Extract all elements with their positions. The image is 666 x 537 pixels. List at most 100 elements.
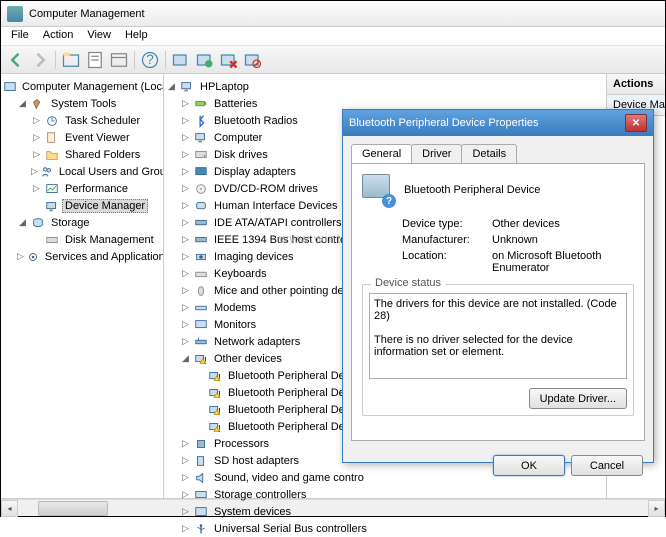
expand-icon[interactable]: ▷	[31, 115, 42, 126]
expand-icon[interactable]: ▷	[180, 455, 191, 466]
tree-batteries[interactable]: Batteries	[211, 97, 260, 111]
cancel-button[interactable]: Cancel	[571, 455, 643, 476]
tree-mice[interactable]: Mice and other pointing devic	[211, 284, 360, 298]
storage-icon	[30, 216, 46, 230]
pc-icon	[179, 80, 195, 94]
tree-event-viewer[interactable]: Event Viewer	[62, 131, 133, 145]
menu-action[interactable]: Action	[43, 29, 74, 43]
tree-shared-folders[interactable]: Shared Folders	[62, 148, 143, 162]
collapse-icon[interactable]: ◢	[17, 217, 28, 228]
tree-network[interactable]: Network adapters	[211, 335, 303, 349]
kb-icon	[193, 267, 209, 281]
expand-icon[interactable]: ▷	[180, 319, 191, 330]
expand-icon[interactable]: ▷	[180, 183, 191, 194]
ide-icon	[193, 216, 209, 230]
update-button[interactable]	[194, 49, 216, 71]
tree-other[interactable]: Other devices	[211, 352, 285, 366]
expand-icon[interactable]: ▷	[180, 98, 191, 109]
update-driver-button[interactable]: Update Driver...	[529, 388, 627, 409]
tree-bt_periph[interactable]: Bluetooth Peripheral Devic	[225, 403, 361, 417]
tree-services-apps[interactable]: Services and Applications	[42, 250, 164, 264]
tree-bt_periph[interactable]: Bluetooth Peripheral Devic	[225, 386, 361, 400]
tree-bt_periph[interactable]: Bluetooth Peripheral Devic	[225, 420, 361, 434]
view-button[interactable]	[108, 49, 130, 71]
tree-performance[interactable]: Performance	[62, 182, 131, 196]
uninstall-button[interactable]	[218, 49, 240, 71]
expand-icon[interactable]: ▷	[31, 183, 42, 194]
tree-bt_periph[interactable]: Bluetooth Peripheral Devic	[225, 369, 361, 383]
tree-display_adapters[interactable]: Display adapters	[211, 165, 299, 179]
expand-icon[interactable]: ▷	[180, 217, 191, 228]
menu-view[interactable]: View	[87, 29, 111, 43]
stor-icon	[193, 488, 209, 502]
tree-sd_host[interactable]: SD host adapters	[211, 454, 302, 468]
services-icon	[26, 250, 40, 264]
expand-icon[interactable]: ▷	[180, 489, 191, 500]
tree-root[interactable]: HPLaptop	[197, 80, 252, 94]
expand-icon[interactable]: ▷	[180, 234, 191, 245]
tree-hid[interactable]: Human Interface Devices	[211, 199, 341, 213]
expand-icon[interactable]: ▷	[180, 472, 191, 483]
tree-root[interactable]: Computer Management (Local	[19, 80, 164, 94]
expand-icon[interactable]: ▷	[180, 336, 191, 347]
tree-imaging[interactable]: Imaging devices	[211, 250, 297, 264]
properties-button[interactable]	[84, 49, 106, 71]
tree-processors[interactable]: Processors	[211, 437, 272, 451]
expand-icon[interactable]: ▷	[31, 149, 42, 160]
tree-device-manager[interactable]: Device Manager	[62, 199, 148, 213]
menu-help[interactable]: Help	[125, 29, 148, 43]
menu-file[interactable]: File	[11, 29, 29, 43]
expand-icon[interactable]: ▷	[180, 438, 191, 449]
expand-icon[interactable]: ▷	[180, 285, 191, 296]
dialog-titlebar[interactable]: Bluetooth Peripheral Device Properties ✕	[343, 110, 653, 136]
expand-icon[interactable]: ▷	[180, 132, 191, 143]
tree-storage[interactable]: Storage	[48, 216, 93, 230]
collapse-icon[interactable]: ◢	[17, 98, 28, 109]
expand-icon[interactable]: ▷	[180, 251, 191, 262]
forward-button[interactable]	[29, 49, 51, 71]
expand-icon[interactable]: ▷	[180, 115, 191, 126]
tree-system-tools[interactable]: System Tools	[48, 97, 119, 111]
close-button[interactable]: ✕	[625, 114, 647, 132]
tree-task-scheduler[interactable]: Task Scheduler	[62, 114, 143, 128]
disable-button[interactable]	[242, 49, 264, 71]
back-button[interactable]	[5, 49, 27, 71]
tree-disk-management[interactable]: Disk Management	[62, 233, 157, 247]
up-button[interactable]	[60, 49, 82, 71]
dialog-tabs: General Driver Details	[351, 144, 645, 163]
tree-keyboards[interactable]: Keyboards	[211, 267, 270, 281]
collapse-icon[interactable]: ◢	[180, 353, 191, 364]
tree-storage_ctrl[interactable]: Storage controllers	[211, 488, 309, 502]
expand-icon[interactable]: ▷	[31, 132, 42, 143]
tab-general[interactable]: General	[351, 144, 412, 163]
sd-icon	[193, 454, 209, 468]
scan-button[interactable]	[170, 49, 192, 71]
expand-icon[interactable]: ▷	[17, 251, 24, 262]
expand-icon[interactable]: ▷	[180, 302, 191, 313]
expand-icon[interactable]: ▷	[180, 523, 191, 534]
label-device-type: Device type:	[402, 218, 492, 230]
tree-computer[interactable]: Computer	[211, 131, 265, 145]
expand-icon[interactable]: ▷	[180, 268, 191, 279]
tree-bluetooth_radios[interactable]: Bluetooth Radios	[211, 114, 301, 128]
tree-ide[interactable]: IDE ATA/ATAPI controllers	[211, 216, 345, 230]
ok-button[interactable]: OK	[493, 455, 565, 476]
expand-icon[interactable]: ▷	[31, 166, 38, 177]
tree-monitors[interactable]: Monitors	[211, 318, 259, 332]
tree-local-users[interactable]: Local Users and Groups	[56, 165, 164, 179]
tree-disk_drives[interactable]: Disk drives	[211, 148, 271, 162]
tree-dvd[interactable]: DVD/CD-ROM drives	[211, 182, 321, 196]
tab-driver[interactable]: Driver	[411, 144, 462, 163]
help-button[interactable]: ?	[139, 49, 161, 71]
expand-icon[interactable]: ▷	[180, 166, 191, 177]
tree-usb[interactable]: Universal Serial Bus controllers	[211, 522, 370, 536]
expand-icon[interactable]: ▷	[180, 506, 191, 517]
device-status-text[interactable]	[369, 293, 627, 379]
collapse-icon[interactable]: ◢	[166, 81, 177, 92]
tab-details[interactable]: Details	[461, 144, 517, 163]
usb-icon	[193, 522, 209, 536]
tree-modems[interactable]: Modems	[211, 301, 259, 315]
tree-system_dev[interactable]: System devices	[211, 505, 294, 519]
expand-icon[interactable]: ▷	[180, 200, 191, 211]
expand-icon[interactable]: ▷	[180, 149, 191, 160]
